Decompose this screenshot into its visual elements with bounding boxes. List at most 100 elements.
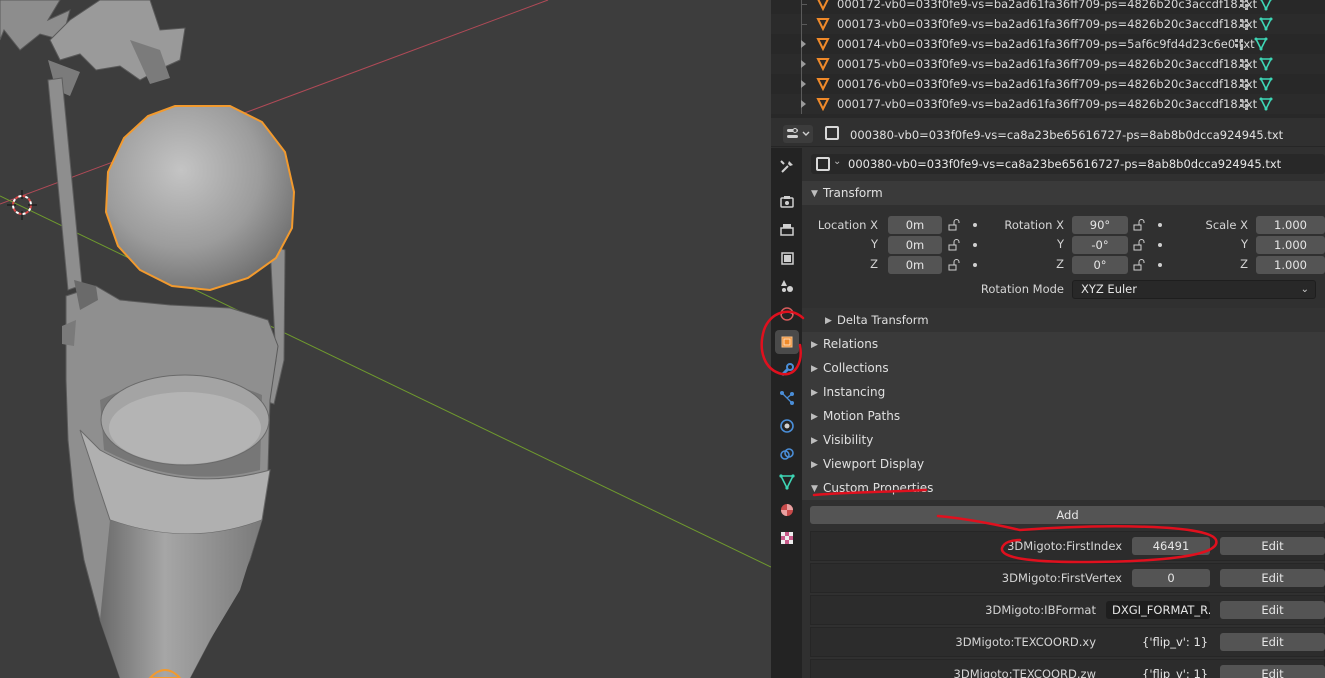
location-y-field[interactable]: 0m — [888, 236, 942, 254]
keyframe-dot-icon[interactable] — [973, 223, 977, 227]
3d-viewport[interactable] — [0, 0, 771, 678]
panel-relations-header[interactable]: ▶ Relations — [802, 332, 1325, 356]
keyframe-dot-icon[interactable] — [1158, 263, 1162, 267]
custom-property-value[interactable]: DXGI_FORMAT_R.. — [1106, 601, 1210, 619]
lock-open-icon[interactable] — [1133, 259, 1145, 271]
particles-icon — [780, 391, 794, 405]
object-icon — [825, 126, 839, 140]
mesh-object-icon — [816, 58, 830, 71]
viewport-scene — [0, 0, 771, 678]
lock-open-icon[interactable] — [948, 259, 960, 271]
scale-y-field[interactable]: 1.000 — [1256, 236, 1325, 254]
panel-title: Viewport Display — [823, 457, 925, 471]
lock-open-icon[interactable] — [1133, 239, 1145, 251]
location-x-field[interactable]: 0m — [888, 216, 942, 234]
lock-open-icon[interactable] — [1133, 219, 1145, 231]
editor-type-button[interactable] — [783, 125, 813, 143]
tab-particles[interactable] — [775, 386, 799, 410]
tab-output[interactable] — [775, 218, 799, 242]
render-icon — [780, 196, 794, 208]
edit-property-button[interactable]: Edit — [1220, 537, 1325, 555]
outliner[interactable]: 000172-vb0=033f0fe9-vs=ba2ad61fa36ff709-… — [771, 0, 1325, 118]
expand-arrow-icon[interactable] — [801, 40, 806, 48]
panel-custom-properties-header[interactable]: ▼ Custom Properties — [802, 476, 1325, 500]
outliner-row[interactable]: 000175-vb0=033f0fe9-vs=ba2ad61fa36ff709-… — [771, 54, 1325, 74]
mesh-data-icon[interactable] — [1259, 57, 1273, 71]
tab-object-data[interactable] — [775, 470, 799, 494]
panel-title: Transform — [823, 186, 883, 200]
keyframe-dot-icon[interactable] — [1158, 223, 1162, 227]
expand-arrow-icon[interactable] — [801, 60, 806, 68]
object-name: 000380-vb0=033f0fe9-vs=ca8a23be65616727-… — [848, 157, 1282, 171]
outliner-row[interactable]: 000176-vb0=033f0fe9-vs=ba2ad61fa36ff709-… — [771, 74, 1325, 94]
edit-property-button[interactable]: Edit — [1220, 665, 1325, 678]
tab-render[interactable] — [775, 190, 799, 214]
tab-world[interactable] — [775, 302, 799, 326]
tab-material[interactable] — [775, 498, 799, 522]
outliner-item-label: 000173-vb0=033f0fe9-vs=ba2ad61fa36ff709-… — [837, 17, 1258, 31]
panel-transform-header[interactable]: ▼ Transform — [802, 181, 1325, 205]
expand-arrow-icon[interactable] — [801, 80, 806, 88]
panel-instancing-header[interactable]: ▶ Instancing — [802, 380, 1325, 404]
vertex-groups-icon[interactable] — [1239, 57, 1253, 71]
vertex-groups-icon[interactable] — [1239, 0, 1253, 11]
panel-visibility-header[interactable]: ▶ Visibility — [802, 428, 1325, 452]
custom-property-value[interactable]: {'flip_v': 1} — [1142, 635, 1208, 649]
tab-constraints[interactable] — [775, 442, 799, 466]
vertex-groups-icon[interactable] — [1239, 77, 1253, 91]
edit-property-button[interactable]: Edit — [1220, 633, 1325, 651]
custom-property-value[interactable]: {'flip_v': 1} — [1142, 667, 1208, 678]
edit-property-button[interactable]: Edit — [1220, 601, 1325, 619]
tab-tool[interactable] — [775, 155, 799, 179]
mesh-data-icon[interactable] — [1259, 17, 1273, 31]
location-z-field[interactable]: 0m — [888, 256, 942, 274]
lock-open-icon[interactable] — [948, 239, 960, 251]
mesh-data-icon[interactable] — [1254, 37, 1268, 51]
lock-open-icon[interactable] — [948, 219, 960, 231]
properties-editor-icon — [787, 128, 810, 138]
vertex-groups-icon[interactable] — [1234, 37, 1248, 51]
keyframe-dot-icon[interactable] — [973, 243, 977, 247]
tab-modifiers[interactable] — [775, 358, 799, 382]
scale-x-field[interactable]: 1.000 — [1256, 216, 1325, 234]
tab-scene[interactable] — [775, 274, 799, 298]
panel-viewport-display-header[interactable]: ▶ Viewport Display — [802, 452, 1325, 476]
object-name-field[interactable]: ⌄ 000380-vb0=033f0fe9-vs=ca8a23be6561672… — [811, 154, 1325, 174]
tab-view-layer[interactable] — [775, 246, 799, 270]
vertex-groups-icon[interactable] — [1239, 97, 1253, 111]
expand-arrow-icon: ▶ — [811, 412, 818, 422]
rotation-x-field[interactable]: 90° — [1072, 216, 1128, 234]
outliner-row[interactable]: 000172-vb0=033f0fe9-vs=ba2ad61fa36ff709-… — [771, 0, 1325, 14]
rotation-x-label: Rotation X — [1004, 218, 1064, 232]
outliner-row[interactable]: 000173-vb0=033f0fe9-vs=ba2ad61fa36ff709-… — [771, 14, 1325, 34]
rotation-y-field[interactable]: -0° — [1072, 236, 1128, 254]
outliner-row[interactable]: 000177-vb0=033f0fe9-vs=ba2ad61fa36ff709-… — [771, 94, 1325, 114]
mesh-data-icon[interactable] — [1259, 97, 1273, 111]
tab-texture[interactable] — [775, 526, 799, 550]
panel-collections-header[interactable]: ▶ Collections — [802, 356, 1325, 380]
add-property-button[interactable]: Add — [810, 506, 1325, 524]
outliner-row[interactable]: 000174-vb0=033f0fe9-vs=ba2ad61fa36ff709-… — [771, 34, 1325, 54]
expand-arrow-icon[interactable] — [801, 100, 806, 108]
scale-z-field[interactable]: 1.000 — [1256, 256, 1325, 274]
tab-object[interactable] — [775, 330, 799, 354]
mesh-data-icon[interactable] — [1259, 0, 1273, 11]
mesh-object-icon — [816, 78, 830, 91]
mesh-object-icon — [816, 38, 830, 51]
object-icon — [816, 157, 830, 171]
keyframe-dot-icon[interactable] — [1158, 243, 1162, 247]
expand-arrow-icon: ▶ — [811, 436, 818, 446]
keyframe-dot-icon[interactable] — [973, 263, 977, 267]
mesh-data-icon[interactable] — [1259, 77, 1273, 91]
custom-property-value[interactable]: 0 — [1132, 569, 1210, 587]
rotation-z-field[interactable]: 0° — [1072, 256, 1128, 274]
rotation-mode-select[interactable]: XYZ Euler ⌄ — [1072, 280, 1316, 299]
chevron-down-icon[interactable]: ⌄ — [833, 156, 841, 167]
edit-property-button[interactable]: Edit — [1220, 569, 1325, 587]
panel-motion-paths-header[interactable]: ▶ Motion Paths — [802, 404, 1325, 428]
vertex-groups-icon[interactable] — [1239, 17, 1253, 31]
panel-delta-transform-header[interactable]: ▶ Delta Transform — [802, 308, 1325, 332]
custom-property-value[interactable]: 46491 — [1132, 537, 1210, 555]
tab-physics[interactable] — [775, 414, 799, 438]
constraints-icon — [780, 448, 794, 460]
